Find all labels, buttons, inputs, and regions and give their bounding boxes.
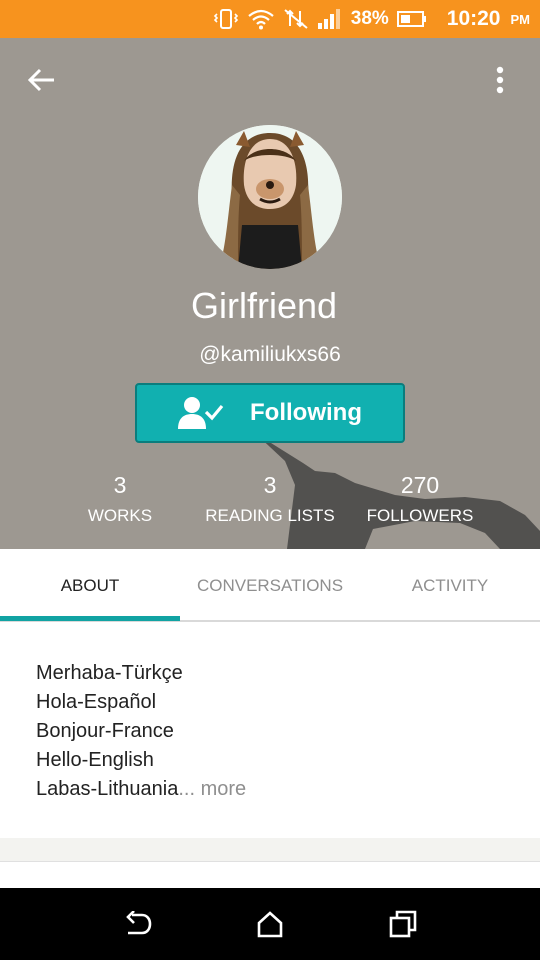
battery-icon (396, 10, 427, 28)
stat-reading-lists[interactable]: 3 READING LISTS (195, 472, 345, 526)
tab-activity[interactable]: ACTIVITY (360, 549, 540, 622)
arrow-left-icon (28, 68, 54, 92)
nav-recent-apps-button[interactable] (379, 900, 427, 948)
stat-reading-lists-value: 3 (263, 472, 277, 498)
more-vertical-icon (496, 66, 504, 94)
profile-header: Girlfriend @kamiliukxs66 Following 3 WOR… (0, 38, 540, 549)
about-line: Hello-English (36, 749, 154, 771)
tab-about[interactable]: ABOUT (0, 549, 180, 622)
about-more-link[interactable]: more (195, 778, 247, 800)
about-line-last: Labas-Lithuania... more (36, 775, 504, 804)
vibrate-icon (213, 8, 239, 30)
username: @kamiliukxs66 (199, 343, 341, 366)
stat-works[interactable]: 3 WORKS (60, 472, 180, 526)
profile-avatar[interactable] (198, 125, 342, 269)
battery-percent: 38% (350, 8, 389, 29)
active-tab-indicator (0, 616, 180, 621)
section-divider (0, 838, 540, 862)
recent-apps-icon (390, 910, 417, 938)
about-line: Merhaba-Türkçe (36, 662, 183, 684)
profile-tabs: ABOUT CONVERSATIONS ACTIVITY (0, 549, 540, 622)
profile-screen: 38% 10:20 PM Girlfriend @kamiliukxs66 Fo… (0, 0, 540, 960)
user-check-icon (178, 397, 224, 429)
back-button[interactable] (24, 62, 60, 98)
more-options-button[interactable] (482, 62, 518, 98)
about-ellipsis: ... (178, 778, 196, 800)
clock-ampm: PM (510, 11, 531, 27)
avatar-illustration-image (198, 125, 342, 269)
back-icon (125, 911, 151, 935)
wifi-icon (247, 8, 275, 30)
nav-back-button[interactable] (113, 900, 161, 948)
system-nav-bar (0, 888, 540, 960)
stat-followers-value: 270 (400, 472, 440, 498)
status-bar: 38% 10:20 PM (0, 0, 540, 38)
stat-reading-lists-label: READING LISTS (205, 506, 335, 525)
clock: 10:20 (446, 7, 501, 30)
stat-works-value: 3 (113, 472, 127, 498)
data-off-icon (283, 8, 309, 30)
stat-followers[interactable]: 270 FOLLOWERS (350, 472, 490, 526)
home-icon (257, 911, 283, 938)
stat-followers-label: FOLLOWERS (366, 506, 474, 525)
about-section: Merhaba-Türkçe Hola-Español Bonjour-Fran… (0, 623, 540, 838)
about-line: Hola-Español (36, 691, 157, 713)
following-button[interactable]: Following (135, 383, 405, 443)
stat-works-label: WORKS (87, 506, 153, 525)
about-line-text: Labas-Lithuania (36, 778, 179, 800)
display-name: Girlfriend (190, 285, 338, 326)
nav-home-button[interactable] (246, 900, 294, 948)
tab-conversations[interactable]: CONVERSATIONS (180, 549, 360, 622)
about-line: Bonjour-France (36, 720, 174, 742)
signal-icon (317, 8, 341, 30)
following-button-label: Following (250, 399, 362, 426)
next-section-edge (0, 863, 540, 888)
